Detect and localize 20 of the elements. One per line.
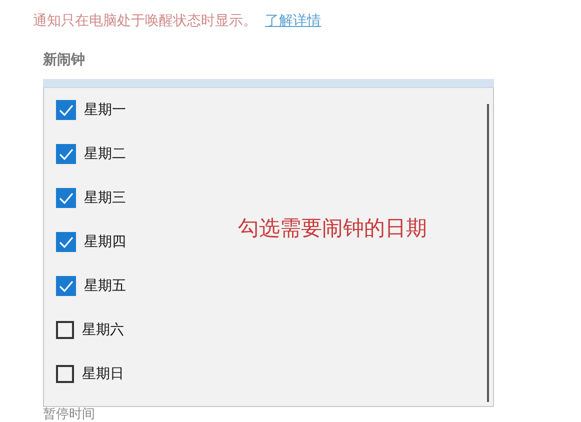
checkbox[interactable] (56, 321, 74, 339)
learn-more-link[interactable]: 了解详情 (265, 12, 321, 30)
day-label: 星期五 (84, 277, 126, 295)
notice-text: 通知只在电脑处于唤醒状态时显示。 (33, 12, 257, 30)
checkbox[interactable] (56, 232, 76, 252)
day-label: 星期一 (84, 101, 126, 119)
annotation-text: 勾选需要闹钟的日期 (238, 215, 427, 242)
scrollbar[interactable] (487, 104, 489, 402)
day-label: 星期四 (84, 233, 126, 251)
checkbox[interactable] (56, 144, 76, 164)
section-title: 新闹钟 (43, 51, 86, 70)
checkbox[interactable] (56, 276, 76, 296)
day-label: 星期日 (82, 365, 124, 383)
day-label: 星期二 (84, 145, 126, 163)
section-title: 暂停时间 (43, 407, 96, 422)
checkbox[interactable] (56, 365, 74, 383)
checkbox[interactable] (56, 188, 76, 208)
day-label: 星期三 (84, 189, 126, 207)
checkbox[interactable] (56, 100, 76, 120)
day-label: 星期六 (82, 321, 124, 339)
